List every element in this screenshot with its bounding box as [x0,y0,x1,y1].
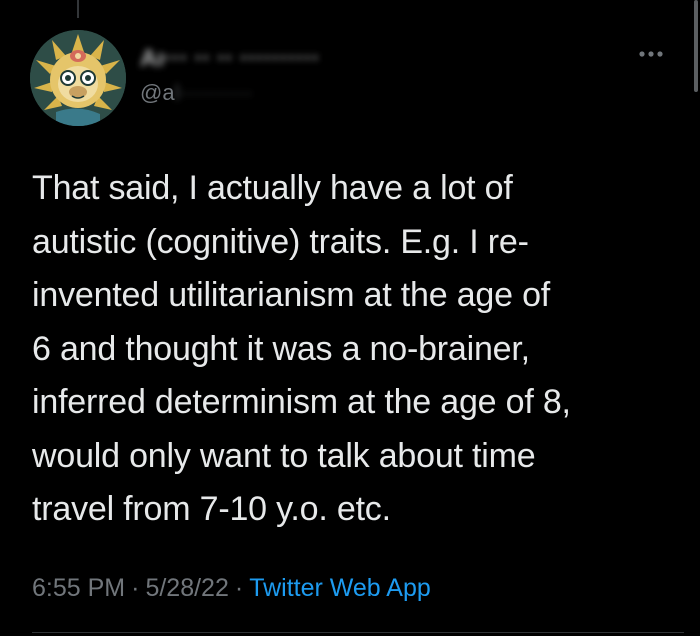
more-options-button[interactable] [636,44,666,64]
tweet-time[interactable]: 6:55 PM [32,574,125,602]
author-handle[interactable]: @al·········· [140,78,320,108]
monkey-avatar-icon [30,30,126,126]
tweet-body: That said, I actually have a lot of auti… [32,162,677,537]
tweet-text-line: That said, I actually have a lot of [32,169,513,207]
tweet-text-line: invented utilitarianism at the age of [32,276,551,314]
tweet-metadata: 6:55 PM · 5/28/22 · Twitter Web App [32,570,431,606]
separator-dot: · [131,574,140,602]
tweet-text-line: autistic (cognitive) traits. E.g. I re- [32,222,529,261]
scrollbar[interactable] [694,0,698,92]
more-horizontal-icon [639,51,663,57]
tweet-source-link[interactable]: Twitter Web App [249,574,431,602]
author-handle-redacted: l·········· [174,80,253,105]
separator-dot: · [234,574,244,602]
tweet-text-line: would only want to talk about time [32,436,536,475]
tweet-text-line: travel from 7-10 y.o. etc. [32,490,391,528]
tweet-text-line: 6 and thought it was a no-brainer, [32,329,530,368]
divider [32,632,684,633]
tweet-text-line: inferred determinism at the age of 8, [32,383,571,421]
tweet-date[interactable]: 5/28/22 [145,574,228,602]
tweet-author[interactable]: Aı··· ·· ·· ·········· @al·········· [140,44,320,108]
author-display-name[interactable]: Aı··· ·· ·· ·········· [140,44,320,74]
avatar[interactable] [30,30,126,126]
thread-connector-line [77,0,79,18]
author-handle-prefix: @a [140,80,175,105]
